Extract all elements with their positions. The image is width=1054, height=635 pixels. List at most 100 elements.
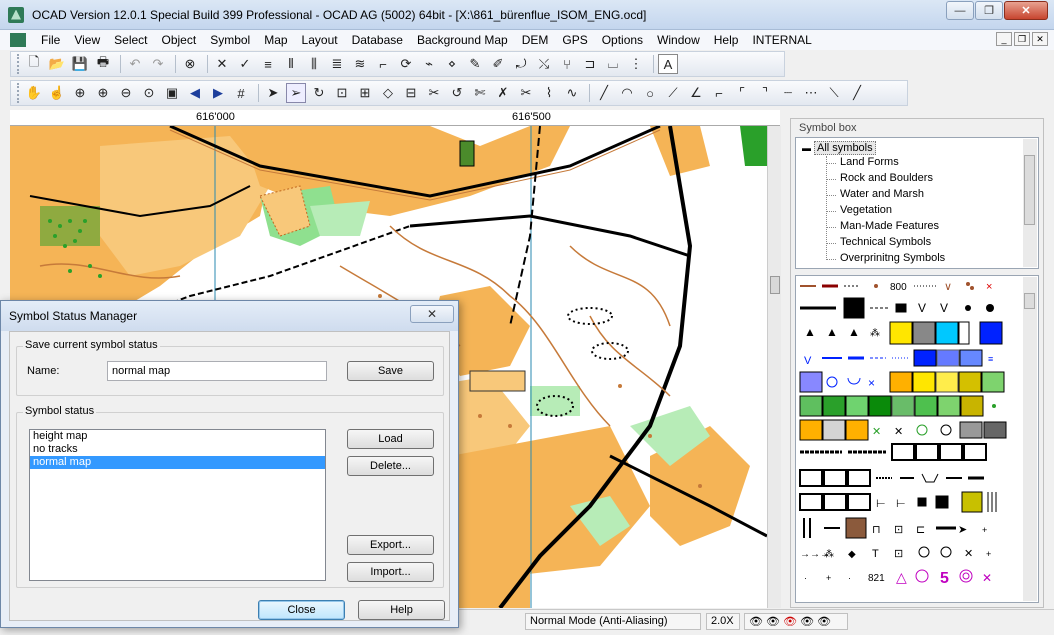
align-bars-icon[interactable]: ⫼ bbox=[304, 54, 324, 74]
dashed-line-icon[interactable]: ┈ bbox=[778, 83, 798, 103]
scissors-icon[interactable]: ✄ bbox=[470, 83, 490, 103]
fork-icon[interactable]: ⑂ bbox=[557, 54, 577, 74]
mdi-close-button[interactable]: ✕ bbox=[1032, 32, 1048, 46]
steps-icon[interactable]: ⌐ bbox=[373, 54, 393, 74]
mdi-minimize-button[interactable]: _ bbox=[996, 32, 1012, 46]
name-field[interactable]: normal map bbox=[107, 361, 327, 381]
check-icon[interactable]: ✓ bbox=[235, 54, 255, 74]
curve-icon[interactable]: ∿ bbox=[562, 83, 582, 103]
ellipse-icon[interactable]: ○ bbox=[640, 83, 660, 103]
pen2-icon[interactable]: ✐ bbox=[488, 54, 508, 74]
import-button[interactable]: Import... bbox=[347, 562, 434, 582]
symbol-palette[interactable]: 800 ∨ × V V ▲ ▲ ▲ ⁂ V ≡ × ✕ ✕ ⊢ ⊢ ⊓ ⊡ ⊏ … bbox=[795, 275, 1039, 603]
diagonal-icon[interactable]: ╱ bbox=[847, 83, 867, 103]
back-arrow-icon[interactable]: ◀ bbox=[185, 83, 205, 103]
rect-dot-icon[interactable]: ⌜ bbox=[732, 83, 752, 103]
binoculars-icon[interactable]: ⊗ bbox=[180, 54, 200, 74]
palette-scrollbar[interactable] bbox=[1023, 277, 1037, 601]
close-window-button[interactable]: ✕ bbox=[1004, 1, 1048, 20]
save-icon[interactable]: 💾 bbox=[70, 54, 90, 74]
pen-icon[interactable]: ✎ bbox=[465, 54, 485, 74]
zoom-in-2-icon[interactable]: ⊕ bbox=[93, 83, 113, 103]
tree-item-technical[interactable]: Technical Symbols bbox=[840, 236, 931, 248]
close-button[interactable]: Close bbox=[258, 600, 345, 620]
maximize-button[interactable]: ❐ bbox=[975, 1, 1003, 20]
rotate-select-icon[interactable]: ↻ bbox=[309, 83, 329, 103]
tree-item-rock-boulders[interactable]: Rock and Boulders bbox=[840, 172, 933, 184]
node-remove-icon[interactable]: ⊟ bbox=[401, 83, 421, 103]
minimize-button[interactable]: — bbox=[946, 1, 974, 20]
map-vertical-scrollbar[interactable] bbox=[767, 126, 781, 608]
toolbar-grip[interactable] bbox=[17, 54, 20, 74]
help-button[interactable]: Help bbox=[358, 600, 445, 620]
list-item-no-tracks[interactable]: no tracks bbox=[30, 443, 325, 456]
eye-icon-4[interactable]: 👁 bbox=[800, 616, 814, 628]
menu-file[interactable]: File bbox=[34, 33, 67, 47]
zoom-box-icon[interactable]: ▣ bbox=[162, 83, 182, 103]
cut-icon[interactable]: ✂ bbox=[424, 83, 444, 103]
menu-dem[interactable]: DEM bbox=[515, 33, 556, 47]
list-item-normal-map[interactable]: normal map bbox=[30, 456, 325, 469]
pen-x-icon[interactable]: ⤯ bbox=[534, 54, 554, 74]
document-icon[interactable] bbox=[10, 33, 26, 47]
stairs-icon[interactable]: ⌴ bbox=[603, 54, 623, 74]
angle-icon[interactable]: ∠ bbox=[686, 83, 706, 103]
save-button[interactable]: Save bbox=[347, 361, 434, 381]
align-left-icon[interactable]: ≡ bbox=[258, 54, 278, 74]
tree-item-overprinting[interactable]: Overprinitng Symbols bbox=[840, 252, 945, 264]
wand-icon[interactable]: ⌁ bbox=[419, 54, 439, 74]
export-button[interactable]: Export... bbox=[347, 535, 434, 555]
eye-icon-2[interactable]: 👁 bbox=[766, 616, 780, 628]
menu-symbol[interactable]: Symbol bbox=[203, 33, 257, 47]
node-diamond-icon[interactable]: ◇ bbox=[378, 83, 398, 103]
merge-icon[interactable]: ⊐ bbox=[580, 54, 600, 74]
line-icon[interactable]: ╱ bbox=[594, 83, 614, 103]
column-icon[interactable]: ⋮ bbox=[626, 54, 646, 74]
eye-icon[interactable]: 👁 bbox=[749, 616, 763, 628]
load-button[interactable]: Load bbox=[347, 429, 434, 449]
delete-object-icon[interactable]: ✕ bbox=[212, 54, 232, 74]
node-icon[interactable]: ⊡ bbox=[332, 83, 352, 103]
arc-icon[interactable]: ◠ bbox=[617, 83, 637, 103]
menu-window[interactable]: Window bbox=[650, 33, 707, 47]
menu-options[interactable]: Options bbox=[595, 33, 650, 47]
toolbar-grip[interactable] bbox=[17, 83, 20, 103]
x-tool-icon[interactable]: ✗ bbox=[493, 83, 513, 103]
tree-collapse-icon[interactable]: ▬ bbox=[802, 143, 811, 153]
list-item-height-map[interactable]: height map bbox=[30, 430, 325, 443]
undo-icon[interactable]: ↶ bbox=[125, 54, 145, 74]
eye-icon-3[interactable]: 👁 bbox=[783, 616, 797, 628]
new-file-icon[interactable]: 🗋 bbox=[24, 54, 44, 74]
dialog-close-button[interactable]: ✕ bbox=[410, 305, 454, 323]
zoom-out-icon[interactable]: ⊖ bbox=[116, 83, 136, 103]
rotate-object-icon[interactable]: ↺ bbox=[447, 83, 467, 103]
menu-object[interactable]: Object bbox=[155, 33, 204, 47]
scissors2-icon[interactable]: ✂ bbox=[516, 83, 536, 103]
dots-icon[interactable]: ⋯ bbox=[801, 83, 821, 103]
status-listbox[interactable]: height map no tracks normal map bbox=[29, 429, 326, 581]
tree-scrollbar[interactable] bbox=[1023, 139, 1037, 267]
tree-item-land-forms[interactable]: Land Forms bbox=[840, 156, 899, 168]
menu-database[interactable]: Database bbox=[345, 33, 410, 47]
tree-item-water-marsh[interactable]: Water and Marsh bbox=[840, 188, 924, 200]
join-icon[interactable]: ⌇ bbox=[539, 83, 559, 103]
menu-help[interactable]: Help bbox=[707, 33, 746, 47]
distribute-icon[interactable]: ⫴ bbox=[281, 54, 301, 74]
delete-button[interactable]: Delete... bbox=[347, 456, 434, 476]
rotate-icon[interactable]: ⟳ bbox=[396, 54, 416, 74]
tree-item-all-symbols[interactable]: All symbols bbox=[814, 141, 876, 155]
rect-corner-icon[interactable]: ⌐ bbox=[709, 83, 729, 103]
edit-arrow-icon[interactable]: ➢ bbox=[286, 83, 306, 103]
menu-layout[interactable]: Layout bbox=[295, 33, 345, 47]
redo-icon[interactable]: ↷ bbox=[148, 54, 168, 74]
pen-rotate-icon[interactable]: ⤾ bbox=[511, 54, 531, 74]
forward-arrow-icon[interactable]: ▶ bbox=[208, 83, 228, 103]
hand-move-icon[interactable]: ☝ bbox=[47, 83, 67, 103]
node-add-icon[interactable]: ⊞ bbox=[355, 83, 375, 103]
menu-select[interactable]: Select bbox=[107, 33, 154, 47]
menu-background-map[interactable]: Background Map bbox=[410, 33, 515, 47]
map-scroll-thumb[interactable] bbox=[770, 276, 780, 294]
mdi-restore-button[interactable]: ❐ bbox=[1014, 32, 1030, 46]
hand-pan-icon[interactable]: ✋ bbox=[24, 83, 44, 103]
measure-icon[interactable]: ⟍ bbox=[824, 83, 844, 103]
